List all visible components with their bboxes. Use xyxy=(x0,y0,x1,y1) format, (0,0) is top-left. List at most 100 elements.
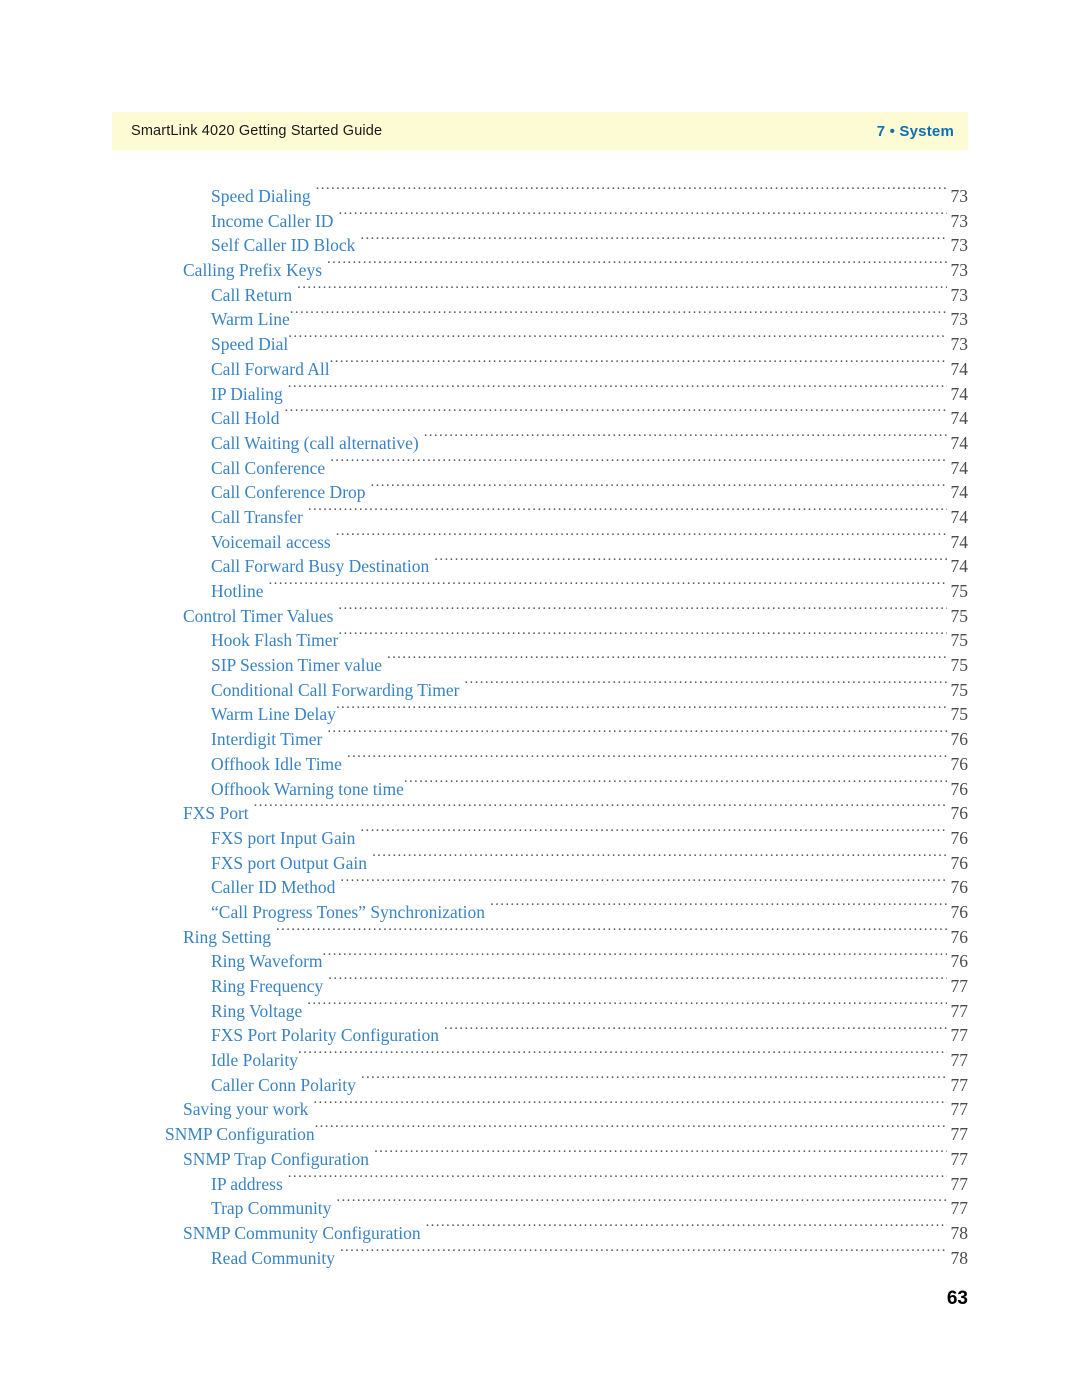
toc-entry-page-number: 73 xyxy=(950,260,969,281)
toc-dot-leader xyxy=(340,873,947,893)
toc-entry[interactable]: IP address 77 xyxy=(0,1170,1080,1195)
toc-entry-label: Ring Setting xyxy=(183,926,271,947)
document-page: SmartLink 4020 Getting Started Guide 7 •… xyxy=(0,0,1080,1397)
toc-entry[interactable]: Calling Prefix Keys 73 xyxy=(0,256,1080,281)
toc-entry-page-number: 76 xyxy=(950,729,969,750)
toc-entry-label: Caller ID Method xyxy=(211,877,336,898)
toc-entry-label: FXS port Input Gain xyxy=(211,827,356,848)
toc-entry-label: Call Transfer xyxy=(211,506,303,527)
toc-entry[interactable]: IP Dialing 74 xyxy=(0,380,1080,405)
toc-entry[interactable]: Offhook Idle Time 76 xyxy=(0,750,1080,775)
toc-entry-page-number: 73 xyxy=(950,235,969,256)
toc-dot-leader xyxy=(336,1194,947,1214)
toc-entry[interactable]: Hotline 75 xyxy=(0,577,1080,602)
toc-entry-page-number: 76 xyxy=(950,951,969,972)
toc-entry-label: Offhook Idle Time xyxy=(211,753,342,774)
toc-dot-leader xyxy=(338,207,947,227)
toc-entry-label: Call Forward All xyxy=(211,358,330,379)
toc-entry[interactable]: Control Timer Values 75 xyxy=(0,602,1080,627)
toc-entry-label: Warm Line Delay xyxy=(211,704,336,725)
toc-entry[interactable]: Warm Line Delay 75 xyxy=(0,700,1080,725)
toc-entry[interactable]: FXS port Input Gain 76 xyxy=(0,824,1080,849)
toc-entry[interactable]: FXS Port Polarity Configuration 77 xyxy=(0,1021,1080,1046)
toc-entry-page-number: 77 xyxy=(950,1000,969,1021)
toc-entry[interactable]: Ring Frequency 77 xyxy=(0,972,1080,997)
toc-entry[interactable]: FXS Port 76 xyxy=(0,799,1080,824)
toc-entry[interactable]: Saving your work 77 xyxy=(0,1095,1080,1120)
toc-entry[interactable]: Caller ID Method 76 xyxy=(0,873,1080,898)
toc-dot-leader xyxy=(424,429,947,449)
toc-entry-page-number: 77 xyxy=(950,1050,969,1071)
toc-entry[interactable]: SIP Session Timer value 75 xyxy=(0,651,1080,676)
toc-dot-leader xyxy=(269,577,948,597)
toc-entry[interactable]: “Call Progress Tones” Synchronization 76 xyxy=(0,898,1080,923)
toc-entry-label: IP Dialing xyxy=(211,383,283,404)
toc-entry-page-number: 75 xyxy=(950,655,969,676)
toc-entry[interactable]: Call Forward Busy Destination 74 xyxy=(0,552,1080,577)
toc-dot-leader xyxy=(298,1046,947,1066)
toc-entry[interactable]: SNMP Trap Configuration 77 xyxy=(0,1145,1080,1170)
toc-entry[interactable]: Call Return 73 xyxy=(0,281,1080,306)
toc-entry-page-number: 73 xyxy=(950,309,969,330)
toc-entry[interactable]: SNMP Configuration 77 xyxy=(0,1120,1080,1145)
header-guide-title: SmartLink 4020 Getting Started Guide xyxy=(131,123,383,139)
toc-entry[interactable]: SNMP Community Configuration 78 xyxy=(0,1219,1080,1244)
toc-entry[interactable]: Self Caller ID Block 73 xyxy=(0,231,1080,256)
toc-entry[interactable]: Idle Polarity 77 xyxy=(0,1046,1080,1071)
toc-entry[interactable]: Hook Flash Timer 75 xyxy=(0,626,1080,651)
toc-entry[interactable]: Speed Dialing 73 xyxy=(0,182,1080,207)
toc-entry-page-number: 73 xyxy=(950,210,969,231)
toc-entry[interactable]: Ring Voltage 77 xyxy=(0,997,1080,1022)
toc-dot-leader xyxy=(276,923,947,943)
toc-entry-page-number: 74 xyxy=(950,531,969,552)
toc-entry[interactable]: Trap Community 77 xyxy=(0,1194,1080,1219)
toc-dot-leader xyxy=(426,1219,947,1239)
toc-entry-page-number: 77 xyxy=(950,1124,969,1145)
toc-entry[interactable]: Voicemail access 74 xyxy=(0,528,1080,553)
toc-entry-label: Hook Flash Timer xyxy=(211,630,339,651)
toc-entry-label: FXS Port Polarity Configuration xyxy=(211,1025,439,1046)
toc-entry[interactable]: Speed Dial 73 xyxy=(0,330,1080,355)
toc-entry-page-number: 74 xyxy=(950,358,969,379)
toc-entry-label: Call Hold xyxy=(211,408,280,429)
toc-entry[interactable]: Offhook Warning tone time 76 xyxy=(0,775,1080,800)
toc-entry-label: Calling Prefix Keys xyxy=(183,260,323,281)
toc-dot-leader xyxy=(316,182,947,202)
toc-entry[interactable]: Interdigit Timer 76 xyxy=(0,725,1080,750)
toc-entry-label: Conditional Call Forwarding Timer xyxy=(211,679,460,700)
toc-entry-label: Ring Frequency xyxy=(211,976,324,996)
toc-entry[interactable]: FXS port Output Gain 76 xyxy=(0,849,1080,874)
toc-entry[interactable]: Call Conference 74 xyxy=(0,454,1080,479)
toc-dot-leader xyxy=(327,256,947,276)
toc-entry[interactable]: Warm Line 73 xyxy=(0,305,1080,330)
toc-entry[interactable]: Conditional Call Forwarding Timer 75 xyxy=(0,676,1080,701)
toc-entry-label: SNMP Configuration xyxy=(165,1124,315,1145)
toc-entry[interactable]: Read Community 78 xyxy=(0,1244,1080,1269)
toc-dot-leader xyxy=(308,503,947,523)
toc-dot-leader xyxy=(387,651,947,671)
toc-dot-leader xyxy=(330,454,947,474)
toc-entry[interactable]: Call Transfer 74 xyxy=(0,503,1080,528)
toc-dot-leader xyxy=(374,1145,947,1165)
toc-dot-leader xyxy=(336,528,947,548)
toc-entry[interactable]: Call Conference Drop 74 xyxy=(0,478,1080,503)
toc-entry-page-number: 77 xyxy=(950,1099,969,1120)
toc-entry-label: Trap Community xyxy=(211,1198,332,1219)
toc-dot-leader xyxy=(254,799,947,819)
toc-entry-label: Call Return xyxy=(211,284,293,305)
toc-entry[interactable]: Call Hold 74 xyxy=(0,404,1080,429)
toc-entry-label: Warm Line xyxy=(211,309,290,330)
toc-entry[interactable]: Ring Waveform 76 xyxy=(0,947,1080,972)
toc-entry[interactable]: Ring Setting 76 xyxy=(0,923,1080,948)
toc-entry[interactable]: Caller Conn Polarity 77 xyxy=(0,1071,1080,1096)
toc-entry-label: Income Caller ID xyxy=(211,210,334,231)
toc-entry[interactable]: Call Waiting (call alternative) 74 xyxy=(0,429,1080,454)
toc-entry[interactable]: Income Caller ID 73 xyxy=(0,207,1080,232)
toc-dot-leader xyxy=(464,676,947,696)
toc-entry-label: Offhook Warning tone time xyxy=(211,778,404,799)
toc-entry-page-number: 74 xyxy=(950,408,969,429)
toc-dot-leader xyxy=(327,725,947,745)
toc-entry[interactable]: Call Forward All 74 xyxy=(0,355,1080,380)
toc-dot-leader xyxy=(371,478,947,498)
toc-entry-label: Idle Polarity xyxy=(211,1050,298,1071)
